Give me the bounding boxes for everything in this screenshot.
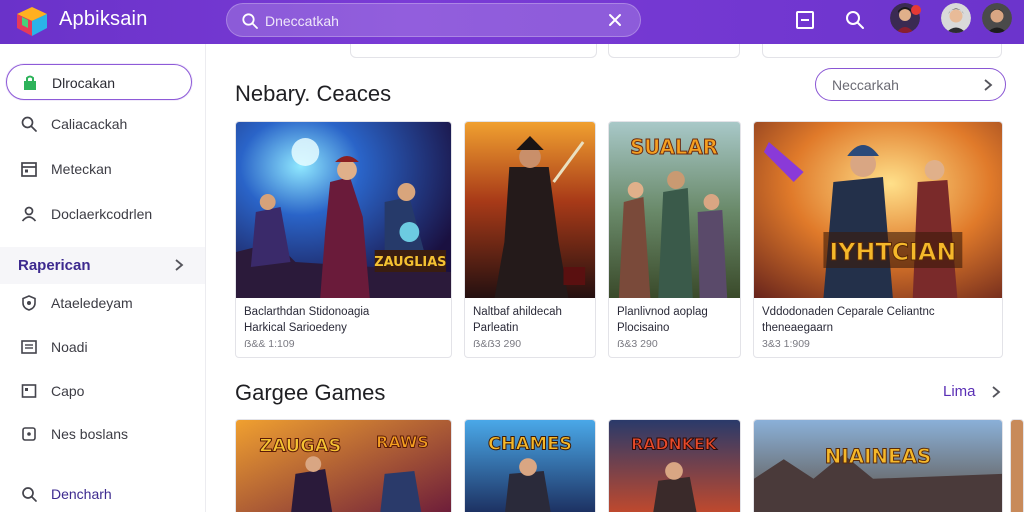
card-title: Naltbaf ahildecah bbox=[473, 306, 562, 318]
game-card-partial[interactable] bbox=[1010, 419, 1024, 512]
sidebar-item-label: Nes boslans bbox=[51, 426, 129, 442]
section-title: Nebary. Ceaces bbox=[235, 81, 392, 106]
button-label: Neccarkah bbox=[832, 77, 899, 93]
sidebar-subitem[interactable]: Nes boslans bbox=[6, 416, 192, 452]
search-icon bbox=[242, 13, 258, 29]
card-subtitle: Harkical Sarioedeny bbox=[244, 322, 347, 334]
sidebar-item-search[interactable]: Caliacackah bbox=[6, 106, 192, 142]
game-thumbnail: ZAUGAS RAWS bbox=[236, 420, 451, 512]
thumbnail-title: SUALAR bbox=[630, 136, 718, 159]
sidebar-item-label: Ataeledeyam bbox=[51, 295, 133, 311]
box-icon bbox=[21, 384, 37, 398]
thumbnail-title: NIAINEAS bbox=[825, 445, 932, 468]
app-logo-icon[interactable] bbox=[14, 4, 50, 38]
sidebar-item-label: Capo bbox=[51, 383, 85, 399]
game-card[interactable]: SUALAR Planlivnod aoplag Plocisaino ẞ&3 … bbox=[608, 121, 741, 358]
card-title: Vddodonaden Ceparale Celiantnc bbox=[762, 306, 935, 318]
game-thumbnail: ZAUGLIAS bbox=[236, 122, 451, 298]
sidebar-footer-item[interactable]: Dencharh bbox=[6, 476, 192, 512]
game-thumbnail bbox=[1011, 420, 1023, 512]
see-all-button[interactable]: Neccarkah bbox=[815, 68, 1006, 101]
avatar-friend[interactable] bbox=[941, 3, 971, 33]
sidebar-subitem[interactable]: Capo bbox=[6, 373, 192, 409]
thumbnail-title: RAWS bbox=[376, 433, 429, 452]
chevron-right-icon[interactable] bbox=[989, 385, 1003, 399]
sidebar-item-profile[interactable]: Doclaerkcodrlen bbox=[6, 196, 192, 232]
section-title: Gargee Games bbox=[235, 380, 386, 405]
game-card[interactable]: NIAINEAS bbox=[753, 419, 1003, 512]
avatar-profile[interactable] bbox=[982, 3, 1012, 33]
top-bar: Apbiksain Dneccatkah bbox=[0, 0, 1024, 44]
thumbnail-title: IYHTCIAN bbox=[829, 238, 956, 266]
sidebar-item-label: Dencharh bbox=[51, 486, 112, 502]
chevron-right-icon bbox=[984, 79, 993, 91]
sidebar-item-label: Caliacackah bbox=[51, 116, 128, 132]
thumbnail-title: CHAMES bbox=[488, 434, 572, 454]
search-icon bbox=[21, 116, 37, 132]
game-thumbnail: IYHTCIAN bbox=[754, 122, 1002, 298]
store-icon bbox=[24, 75, 36, 90]
library-icon[interactable] bbox=[793, 8, 817, 32]
game-thumbnail: CHAMES bbox=[465, 420, 595, 512]
game-thumbnail: SUALAR bbox=[609, 122, 740, 298]
game-card[interactable]: IYHTCIAN Vddodonaden Ceparale Celiantnc … bbox=[753, 121, 1003, 358]
shield-icon bbox=[22, 295, 36, 311]
sidebar-subitem[interactable]: Ataeledeyam bbox=[6, 285, 192, 321]
game-card[interactable]: RADNKEK bbox=[608, 419, 741, 512]
card-subtitle: theneaegaarn bbox=[762, 322, 833, 334]
partial-card bbox=[350, 44, 597, 58]
help-icon bbox=[22, 487, 37, 502]
sidebar-item-label: Meteckan bbox=[51, 161, 112, 177]
thumbnail-title: RADNKEK bbox=[631, 434, 718, 453]
notification-badge bbox=[911, 5, 921, 15]
calendar-icon bbox=[21, 162, 37, 177]
sidebar-item-label: Noadi bbox=[51, 339, 88, 355]
news-icon bbox=[21, 340, 37, 354]
partial-card bbox=[608, 44, 740, 58]
search-icon[interactable] bbox=[843, 8, 867, 32]
card-title: Planlivnod aoplag bbox=[617, 306, 708, 318]
search-input[interactable]: Dneccatkah bbox=[265, 13, 339, 29]
game-card[interactable]: ZAUGAS RAWS bbox=[235, 419, 452, 512]
person-icon bbox=[21, 206, 37, 222]
sidebar-item-label: Dlrocakan bbox=[52, 75, 116, 91]
game-thumbnail: NIAINEAS bbox=[754, 420, 1002, 512]
sidebar: Dlrocakan Caliacackah Meteckan Doclaerkc… bbox=[0, 44, 206, 512]
thumbnail-title: ZAUGAS bbox=[259, 436, 341, 456]
sidebar-item-store[interactable]: Dlrocakan bbox=[6, 64, 192, 100]
sidebar-section-header[interactable]: Raperican bbox=[0, 247, 205, 284]
game-thumbnail: RADNKEK bbox=[609, 420, 740, 512]
game-card[interactable]: CHAMES bbox=[464, 419, 596, 512]
app-title: Apbiksain bbox=[59, 8, 148, 30]
sidebar-subitem[interactable]: Noadi bbox=[6, 329, 192, 365]
game-thumbnail bbox=[465, 122, 595, 298]
card-meta: ẞ&& 1:109 bbox=[244, 338, 295, 350]
game-card[interactable]: ZAUGLIAS Baclarthdan Stidonoagia Harkica… bbox=[235, 121, 452, 358]
card-subtitle: Plocisaino bbox=[617, 322, 670, 334]
search-bar[interactable]: Dneccatkah bbox=[226, 3, 641, 37]
partial-card bbox=[762, 44, 1002, 58]
game-card[interactable]: Naltbaf ahildecah Parleatin ẞ&ẞ3 290 bbox=[464, 121, 596, 358]
card-title: Baclarthdan Stidonoagia bbox=[244, 306, 370, 318]
card-meta: ẞ&ẞ3 290 bbox=[473, 338, 522, 350]
sidebar-item-calendar[interactable]: Meteckan bbox=[6, 151, 192, 187]
more-link[interactable]: Lima bbox=[943, 383, 976, 400]
card-subtitle: Parleatin bbox=[473, 322, 519, 334]
tag-icon bbox=[22, 427, 36, 441]
card-meta: ẞ&3 290 bbox=[617, 338, 658, 350]
close-icon[interactable] bbox=[606, 11, 624, 29]
sidebar-item-label: Doclaerkcodrlen bbox=[51, 206, 153, 222]
chevron-right-icon bbox=[175, 259, 184, 271]
card-meta: 3&3 1:909 bbox=[762, 338, 810, 350]
thumbnail-title: ZAUGLIAS bbox=[374, 255, 446, 270]
section-label: Raperican bbox=[18, 257, 91, 274]
